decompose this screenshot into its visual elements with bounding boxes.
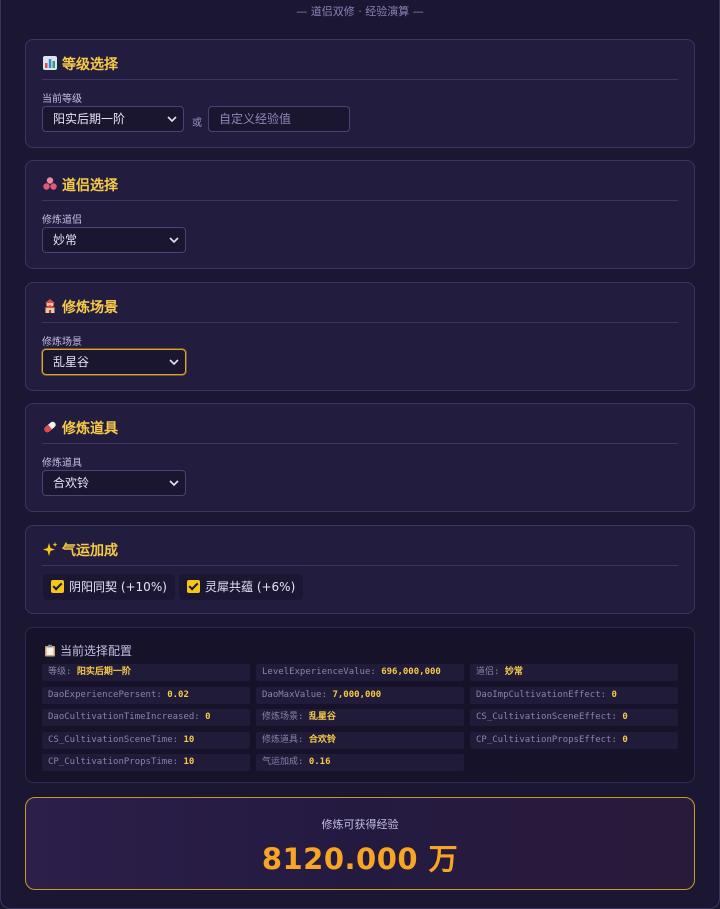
level-select[interactable]: 阳实后期一阶: [42, 106, 184, 132]
level-card: 等级选择 当前等级 阳实后期一阶 或 自定义经验值: [25, 39, 695, 148]
summary-item: 等级: 阳实后期一阶: [42, 664, 250, 681]
level-field-label: 当前等级: [42, 94, 82, 105]
summary-key: CS_CultivationSceneTime:: [48, 734, 184, 745]
level-card-title: 等级选择: [62, 57, 118, 73]
scene-card-title: 修炼场景: [62, 300, 118, 316]
summary-item: CP_CultivationPropsEffect: 0: [470, 731, 678, 749]
clipboard-icon: [45, 644, 55, 657]
summary-key: 道侣:: [476, 667, 505, 677]
summary-value: 合欢铃: [308, 734, 336, 745]
summary-key: 修炼场景:: [262, 712, 309, 722]
chevron-down-icon: [169, 359, 179, 366]
or-label: 或: [192, 118, 202, 129]
summary-item: LevelExperienceValue: 696,000,000: [256, 664, 464, 681]
luck-option-label: 灵犀共蕴 (+6%): [205, 580, 296, 594]
bar-chart-icon: [43, 56, 57, 70]
luck-card: 气运加成 阴阳同契 (+10%) 灵犀共蕴 (+6%): [25, 525, 695, 614]
scene-select[interactable]: 乱星谷: [42, 349, 186, 375]
props-select-value: 合欢铃: [53, 476, 90, 490]
summary-item: DaoImpCultivationEffect: 0: [470, 686, 678, 704]
page-title: — 道侣双修 · 经验演算 —: [296, 5, 424, 18]
level-select-value: 阳实后期一阶: [53, 112, 126, 126]
summary-value: 0.16: [308, 757, 331, 767]
summary-item: CP_CultivationPropsTime: 10: [42, 754, 250, 771]
summary-item: DaoMaxValue: 7,000,000: [256, 686, 464, 704]
summary-value: 0: [622, 734, 628, 745]
summary-item: 气运加成: 0.16: [256, 754, 464, 771]
luck-card-header: 气运加成: [42, 540, 678, 566]
scene-select-value: 乱星谷: [53, 355, 90, 369]
summary-item: DaoExperiencePersent: 0.02: [42, 686, 250, 704]
checkbox-checked-icon[interactable]: [187, 580, 200, 593]
summary-title: 当前选择配置: [44, 642, 132, 659]
pill-icon: [44, 421, 56, 433]
summary-value: 妙常: [504, 667, 523, 677]
luck-option-label: 阴阳同契 (+10%): [69, 580, 167, 594]
summary-value: 10: [183, 757, 195, 767]
luck-option-yinyang[interactable]: 阴阳同契 (+10%): [43, 574, 175, 600]
partner-field-label: 修炼道侣: [42, 215, 82, 226]
props-card: 修炼道具 修炼道具 合欢铃: [25, 403, 695, 512]
summary-value: 乱星谷: [308, 712, 336, 722]
summary-item: CS_CultivationSceneTime: 10: [42, 731, 250, 749]
props-select[interactable]: 合欢铃: [42, 470, 186, 496]
summary-value: 阳实后期一阶: [76, 667, 131, 677]
custom-exp-input[interactable]: 自定义经验值: [208, 106, 350, 132]
partner-card-title: 道侣选择: [62, 178, 118, 194]
chevron-down-icon: [169, 480, 179, 487]
summary-key: 气运加成:: [262, 757, 309, 767]
summary-value: 696,000,000: [381, 667, 441, 677]
scene-field-label: 修炼场景: [42, 337, 82, 348]
summary-key: CP_CultivationPropsEffect:: [476, 734, 623, 745]
chevron-down-icon: [169, 237, 179, 244]
props-card-header: 修炼道具: [42, 418, 678, 444]
summary-value: 0: [205, 712, 211, 722]
summary-key: 修炼道具:: [262, 734, 309, 745]
props-card-title: 修炼道具: [62, 421, 118, 437]
props-field-label: 修炼道具: [42, 458, 82, 469]
result-value: 8120.000 万: [261, 842, 459, 876]
luck-card-title: 气运加成: [62, 543, 118, 559]
chevron-down-icon: [167, 116, 177, 123]
summary-item: 修炼场景: 乱星谷: [256, 709, 464, 726]
pagoda-icon: [44, 299, 56, 313]
partner-select[interactable]: 妙常: [42, 227, 186, 253]
level-card-header: 等级选择: [42, 54, 678, 80]
summary-key: CP_CultivationPropsTime:: [48, 757, 184, 767]
result-panel: 修炼可获得经验 8120.000 万: [25, 797, 695, 890]
config-summary: 当前选择配置 等级: 阳实后期一阶 LevelExperienceValue: 6…: [25, 627, 695, 783]
summary-value: 7,000,000: [332, 689, 382, 700]
scene-card: 修炼场景 修炼场景 乱星谷: [25, 282, 695, 391]
summary-key: DaoExperiencePersent:: [48, 689, 168, 700]
summary-value: 0: [611, 689, 617, 700]
summary-item: DaoCultivationTimeIncreased: 0: [42, 709, 250, 726]
summary-key: LevelExperienceValue:: [262, 667, 382, 677]
summary-value: 10: [183, 734, 195, 745]
couple-icon: [43, 177, 57, 190]
luck-option-lingxi[interactable]: 灵犀共蕴 (+6%): [179, 574, 304, 600]
summary-value: 0: [622, 712, 628, 722]
summary-item: 道侣: 妙常: [470, 664, 678, 681]
partner-card: 道侣选择 修炼道侣 妙常: [25, 160, 695, 269]
summary-title-text: 当前选择配置: [60, 644, 133, 658]
summary-item: 修炼道具: 合欢铃: [256, 731, 464, 749]
partner-select-value: 妙常: [53, 233, 78, 247]
summary-key: 等级:: [48, 667, 77, 677]
result-label: 修炼可获得经验: [321, 818, 399, 831]
summary-key: CS_CultivationSceneEffect:: [476, 712, 623, 722]
sparkles-icon: [43, 542, 58, 556]
summary-key: DaoCultivationTimeIncreased:: [48, 712, 206, 722]
checkbox-checked-icon[interactable]: [51, 580, 64, 593]
scene-card-header: 修炼场景: [42, 297, 678, 323]
partner-card-header: 道侣选择: [42, 175, 678, 201]
summary-key: DaoImpCultivationEffect:: [476, 689, 612, 700]
summary-item: CS_CultivationSceneEffect: 0: [470, 709, 678, 726]
summary-value: 0.02: [167, 689, 189, 700]
summary-key: DaoMaxValue:: [262, 689, 333, 700]
